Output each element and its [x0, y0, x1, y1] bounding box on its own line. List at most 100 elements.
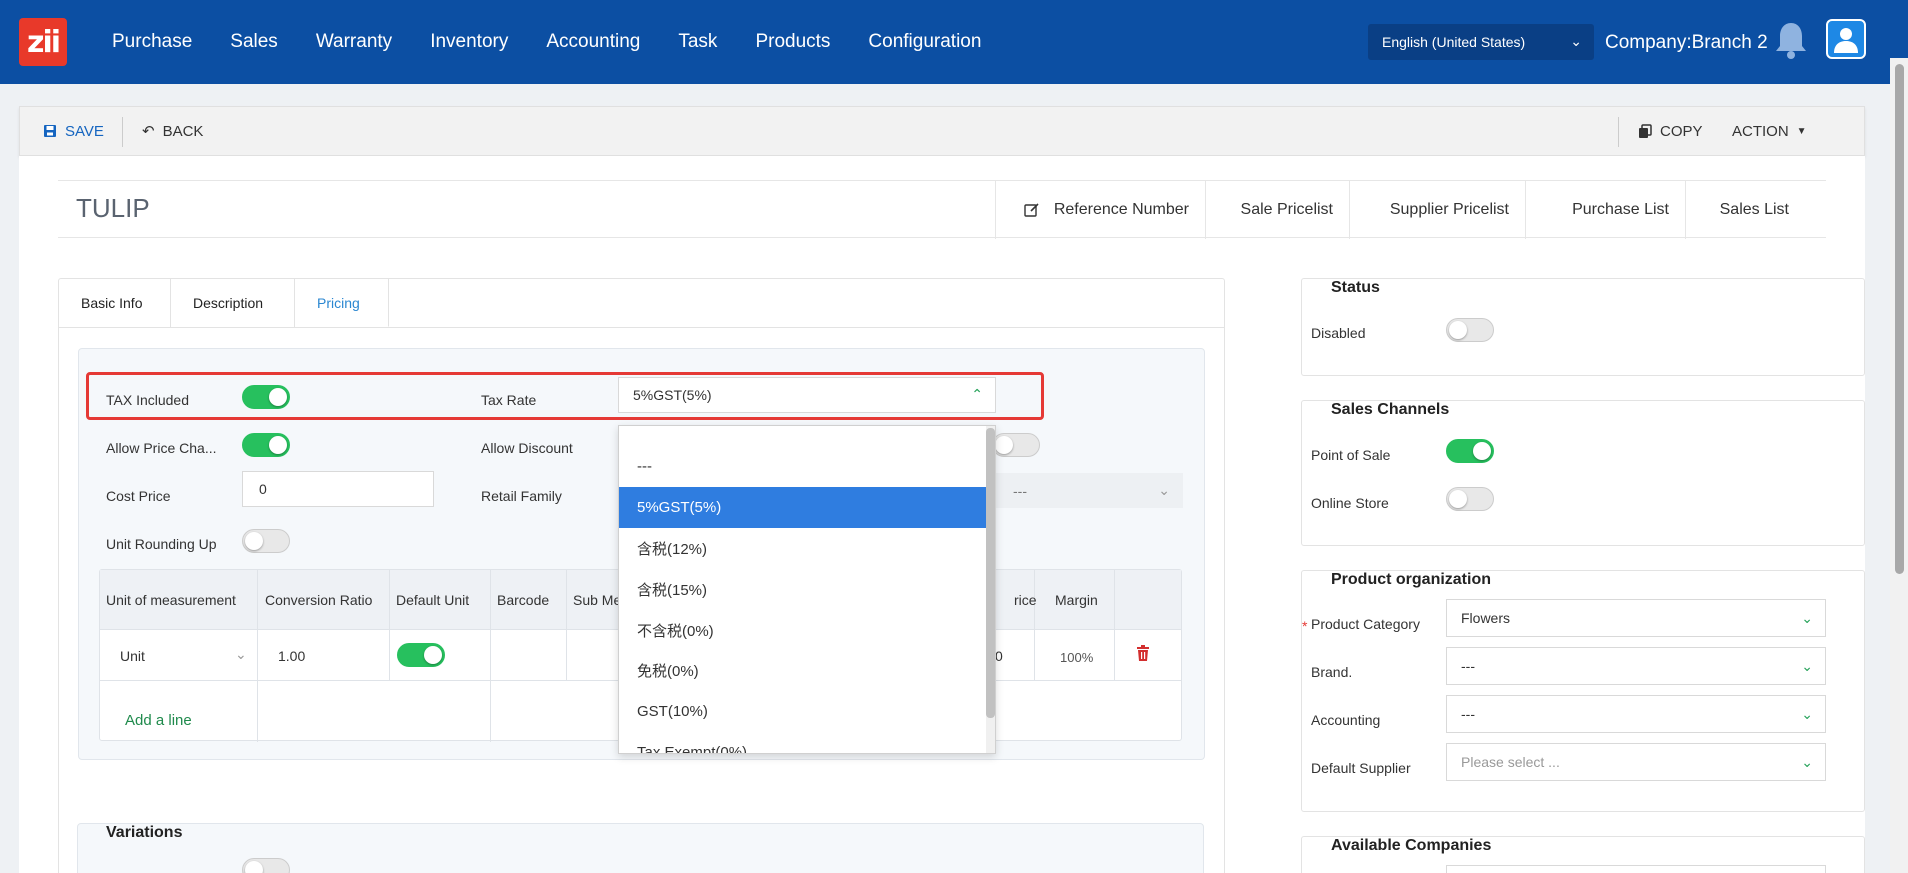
sale-pricelist-button[interactable]: Sale Pricelist	[1205, 181, 1349, 239]
toolbar-divider	[1618, 117, 1619, 147]
status-card: Status	[1301, 278, 1865, 376]
highlight-box	[86, 372, 1044, 420]
action-dropdown-button[interactable]: ACTION ▼	[1732, 107, 1807, 155]
caret-down-icon: ▼	[1796, 125, 1807, 137]
sales-channels-title: Sales Channels	[1331, 401, 1450, 418]
margin-value: 100%	[1060, 650, 1094, 665]
zii-logo[interactable]: zii	[19, 18, 67, 66]
disabled-label: Disabled	[1311, 325, 1366, 341]
save-button[interactable]: SAVE	[43, 107, 104, 155]
supplier-pricelist-button[interactable]: Supplier Pricelist	[1349, 181, 1525, 239]
action-label: ACTION	[1732, 122, 1789, 140]
company-name[interactable]: Company:Branch 2	[1605, 32, 1768, 54]
tax-option[interactable]: 免税(0%)	[619, 650, 987, 691]
back-button[interactable]: ↶ BACK	[142, 107, 203, 155]
tab-description[interactable]: Description	[171, 279, 295, 327]
tax-option[interactable]: Tax Exempt(0%)	[619, 732, 987, 753]
supplier-pricelist-label: Supplier Pricelist	[1389, 201, 1509, 218]
toolbar-divider	[122, 117, 123, 147]
tax-option[interactable]: 含税(15%)	[619, 569, 987, 610]
menu-sales[interactable]: Sales	[230, 31, 278, 53]
brand-value: ---	[1461, 658, 1475, 674]
default-supplier-select[interactable]: Please select ... ⌄	[1446, 743, 1826, 781]
product-category-select[interactable]: Flowers ⌄	[1446, 599, 1826, 637]
brand-label: Brand.	[1311, 664, 1353, 680]
tax-option-selected[interactable]: 5%GST(5%)	[619, 487, 987, 528]
default-unit-toggle[interactable]	[397, 643, 445, 667]
menu-configuration[interactable]: Configuration	[868, 31, 981, 53]
copy-button[interactable]: COPY	[1638, 107, 1703, 155]
allow-price-change-label: Allow Price Cha...	[106, 440, 217, 456]
variations-toggle[interactable]	[242, 858, 290, 873]
default-supplier-label: Default Supplier	[1311, 760, 1411, 776]
main-menu: Purchase Sales Warranty Inventory Accoun…	[112, 0, 981, 84]
th-margin: Margin	[1055, 592, 1098, 608]
cost-price-label: Cost Price	[106, 488, 171, 504]
language-select[interactable]: English (United States) ⌄	[1368, 24, 1594, 60]
save-label: SAVE	[65, 122, 104, 140]
tax-option[interactable]: GST(10%)	[619, 691, 987, 732]
menu-inventory[interactable]: Inventory	[430, 31, 508, 53]
menu-task[interactable]: Task	[678, 31, 717, 53]
dropdown-scrollbar[interactable]	[986, 426, 995, 753]
form-toolbar: SAVE ↶ BACK COPY ACTION ▼	[19, 106, 1865, 156]
user-avatar-icon[interactable]	[1826, 19, 1866, 59]
cost-price-value: 0	[259, 481, 267, 497]
tabs-divider	[59, 327, 1224, 328]
tax-option[interactable]: ---	[619, 446, 987, 487]
allow-price-change-toggle[interactable]	[242, 433, 290, 457]
online-store-toggle[interactable]	[1446, 487, 1494, 511]
chevron-down-icon: ⌄	[1801, 610, 1813, 626]
menu-purchase[interactable]: Purchase	[112, 31, 192, 53]
record-header: TULIP Reference Number Sale Pricelist Su…	[58, 180, 1826, 239]
add-line-link[interactable]: Add a line	[125, 712, 192, 729]
copy-label: COPY	[1660, 122, 1703, 140]
menu-warranty[interactable]: Warranty	[316, 31, 392, 53]
product-category-label: Product Category	[1311, 616, 1420, 632]
variations-title: Variations	[106, 824, 183, 841]
allow-discount-toggle[interactable]	[992, 433, 1040, 457]
tax-rate-dropdown: --- 5%GST(5%) 含税(12%) 含税(15%) 不含税(0%) 免税…	[618, 425, 996, 754]
product-category-value: Flowers	[1461, 610, 1511, 626]
product-organization-title: Product organization	[1331, 571, 1491, 588]
disabled-toggle[interactable]	[1446, 318, 1494, 342]
uom-unit-value[interactable]: Unit	[120, 648, 145, 664]
back-label: BACK	[162, 122, 204, 140]
th-unit-of-measurement: Unit of measurement	[106, 592, 236, 608]
available-companies-field[interactable]	[1446, 865, 1826, 873]
price-value[interactable]: 0	[995, 648, 1003, 664]
page-scrollbar[interactable]	[1890, 58, 1908, 873]
menu-accounting[interactable]: Accounting	[546, 31, 640, 53]
purchase-list-button[interactable]: Purchase List	[1525, 181, 1685, 239]
point-of-sale-toggle[interactable]	[1446, 439, 1494, 463]
cost-price-input[interactable]: 0	[242, 471, 434, 507]
conversion-ratio-value[interactable]: 1.00	[278, 648, 305, 664]
chevron-down-icon[interactable]: ⌄	[235, 646, 247, 663]
menu-products[interactable]: Products	[755, 31, 830, 53]
default-supplier-placeholder: Please select ...	[1461, 754, 1560, 770]
top-navbar: zii Purchase Sales Warranty Inventory Ac…	[0, 0, 1908, 84]
available-companies-title: Available Companies	[1331, 837, 1492, 854]
accounting-select[interactable]: --- ⌄	[1446, 695, 1826, 733]
reference-number-label: Reference Number	[1053, 201, 1189, 218]
tax-option[interactable]: 不含税(0%)	[619, 610, 987, 651]
trash-icon[interactable]	[1136, 645, 1150, 661]
brand-select[interactable]: --- ⌄	[1446, 647, 1826, 685]
th-barcode: Barcode	[497, 592, 550, 608]
tab-basic-info[interactable]: Basic Info	[59, 279, 171, 327]
variations-section: Variations	[77, 823, 1204, 873]
unit-rounding-toggle[interactable]	[242, 529, 290, 553]
required-asterisk: *	[1302, 618, 1308, 634]
sales-list-button[interactable]: Sales List	[1685, 181, 1825, 239]
chevron-down-icon: ⌄	[1570, 33, 1582, 49]
retail-family-select[interactable]: --- ⌄	[996, 473, 1183, 508]
reference-number-button[interactable]: Reference Number	[995, 181, 1205, 239]
tab-bar: Basic Info Description Pricing	[59, 279, 389, 327]
tax-option[interactable]: 含税(12%)	[619, 528, 987, 569]
bell-icon[interactable]	[1774, 20, 1808, 60]
chevron-down-icon: ⌄	[1801, 706, 1813, 722]
chevron-down-icon: ⌄	[1158, 482, 1170, 498]
tab-pricing[interactable]: Pricing	[295, 279, 389, 327]
chevron-down-icon: ⌄	[1801, 658, 1813, 674]
copy-icon	[1639, 123, 1652, 138]
